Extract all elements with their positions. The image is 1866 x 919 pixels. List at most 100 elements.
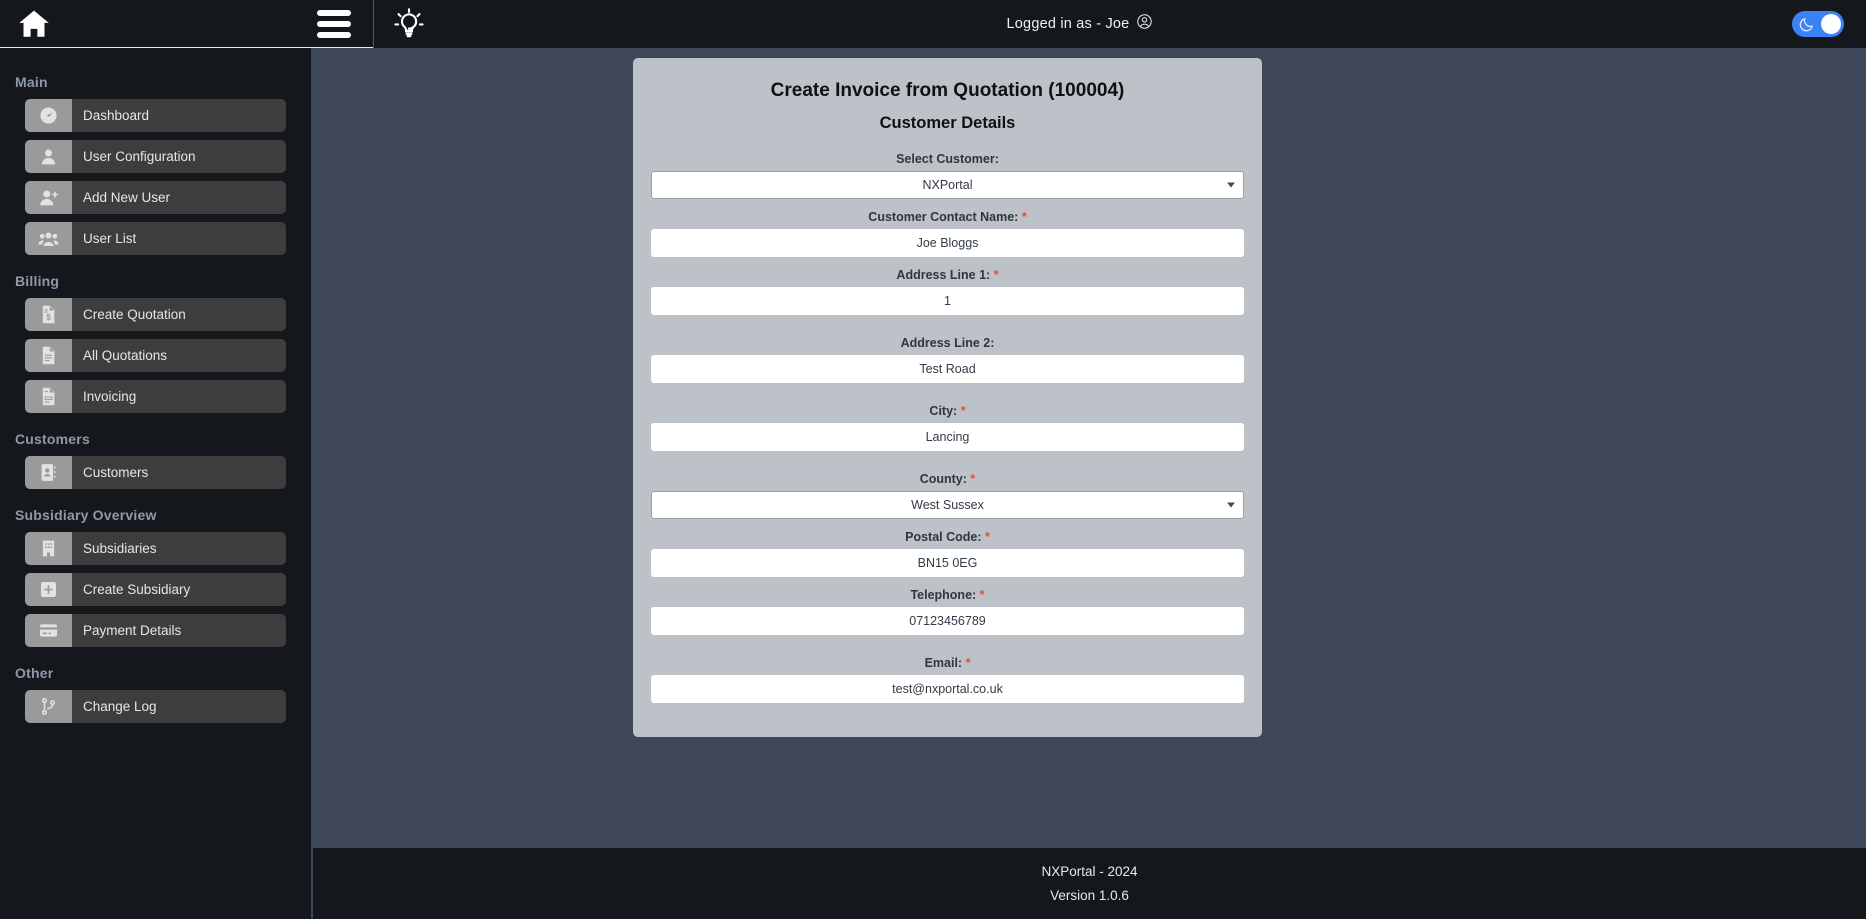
sidebar-item-payment-details[interactable]: Payment Details [25,614,286,647]
address-line-1-input[interactable]: 1 [651,287,1244,315]
svg-text:$: $ [46,313,51,322]
moon-icon [1799,17,1814,31]
field-telephone: Telephone: * 07123456789 [651,581,1244,635]
field-email: Email: * test@nxportal.co.uk [651,649,1244,703]
field-label: Select Customer: [896,152,999,166]
sidebar-item-label: Create Quotation [83,307,186,322]
user-plus-icon [25,181,72,214]
sidebar-item-label: User List [83,231,137,246]
sidebar-item-label: Add New User [83,190,171,205]
nav-group-title-subsidiary-overview: Subsidiary Overview [15,507,157,523]
county-input[interactable]: West Sussex [651,491,1244,519]
nav-group-title-other: Other [15,665,54,681]
field-label: Address Line 2: [900,336,995,350]
sidebar-item-customers[interactable]: Customers [25,456,286,489]
field-address-line-2: Address Line 2: Test Road [651,329,1244,383]
select-customer-input[interactable]: NXPortal [651,171,1244,199]
credit-card-icon [25,614,72,647]
document-dollar-icon: $ [25,298,72,331]
top-bar: Logged in as - Joe [0,0,1866,48]
telephone-input[interactable]: 07123456789 [651,607,1244,635]
sidebar-item-subsidiaries[interactable]: Subsidiaries [25,532,286,565]
field-county: County: * West Sussex [651,465,1244,519]
field-value: BN15 0EG [917,556,978,570]
field-value: West Sussex [911,498,984,512]
sidebar-item-label: User Configuration [83,149,196,164]
footer-copyright: NXPortal - 2024 [1041,864,1138,879]
customer-contact-name-input[interactable]: Joe Bloggs [651,229,1244,257]
field-city: City: * Lancing [651,397,1244,451]
sidebar-item-user-list[interactable]: User List [25,222,286,255]
field-label: Email: * [924,656,971,670]
main-content: Create Invoice from Quotation (100004) C… [313,48,1866,919]
nav-group-billing: Billing $ Create Quotation All Quotation… [0,263,311,413]
plus-square-icon [25,573,72,606]
field-label: County: * [919,472,976,486]
nav-group-main: Main Dashboard User Configuration Add Ne… [0,64,311,255]
sidebar-item-label: Change Log [83,699,157,714]
required-asterisk: * [965,656,971,670]
field-value: 1 [944,294,951,308]
top-bar-left-section [0,0,373,48]
nav-group-title-customers: Customers [15,431,90,447]
top-bar-right-section [1716,0,1866,48]
sidebar-item-change-log[interactable]: Change Log [25,690,286,723]
gauge-icon [25,99,72,132]
field-label: City: * [929,404,966,418]
nav-group-customers: Customers Customers [0,421,311,489]
postal-code-input[interactable]: BN15 0EG [651,549,1244,577]
sidebar-item-label: Subsidiaries [83,541,157,556]
footer-version: Version 1.0.6 [1050,888,1129,903]
sidebar-item-label: Dashboard [83,108,150,123]
required-asterisk: * [985,530,990,544]
nav-group-title-billing: Billing [15,273,60,289]
sidebar-item-invoicing[interactable]: Invoicing [25,380,286,413]
required-asterisk: * [993,268,999,282]
field-value: test@nxportal.co.uk [892,682,1003,696]
field-label: Telephone: * [910,588,985,602]
invoice-icon [25,380,72,413]
required-asterisk: * [970,472,976,486]
theme-toggle-knob [1821,14,1841,34]
city-input[interactable]: Lancing [651,423,1244,451]
field-address-line-1: Address Line 1: * 1 [651,261,1244,315]
user-icon [25,140,72,173]
document-lines-icon [25,339,72,372]
address-line-2-input[interactable]: Test Road [651,355,1244,383]
nav-group-title-main: Main [15,74,48,90]
field-customer-contact-name: Customer Contact Name: * Joe Bloggs [651,203,1244,257]
email-input[interactable]: test@nxportal.co.uk [651,675,1244,703]
chevron-down-icon [1227,502,1235,508]
field-label: Address Line 1: * [896,268,999,282]
sidebar-item-user-configuration[interactable]: User Configuration [25,140,286,173]
required-asterisk: * [1021,210,1027,224]
chevron-down-icon [1227,182,1235,188]
user-circle-icon[interactable] [1136,13,1153,35]
required-asterisk: * [960,404,966,418]
nav-group-subsidiary-overview: Subsidiary Overview Subsidiaries Create … [0,497,311,647]
sidebar-item-dashboard[interactable]: Dashboard [25,99,286,132]
section-title-customer-details: Customer Details [879,114,1016,132]
field-value: Joe Bloggs [916,236,979,250]
address-book-icon [25,456,72,489]
create-invoice-form-card: Create Invoice from Quotation (100004) C… [633,58,1262,737]
lightbulb-icon[interactable] [374,0,444,48]
field-value: NXPortal [922,178,973,192]
theme-toggle[interactable] [1792,11,1844,37]
sidebar-item-add-new-user[interactable]: Add New User [25,181,286,214]
home-icon[interactable] [14,7,54,41]
sidebar-item-label: Payment Details [83,623,182,638]
page-footer: NXPortal - 2024 Version 1.0.6 [313,848,1866,919]
sidebar-item-label: Customers [83,465,149,480]
users-group-icon [25,222,72,255]
field-value: Test Road [919,362,976,376]
field-value: Lancing [925,430,970,444]
sidebar-item-all-quotations[interactable]: All Quotations [25,339,286,372]
sidebar-item-create-subsidiary[interactable]: Create Subsidiary [25,573,286,606]
sidebar-item-label: Create Subsidiary [83,582,191,597]
field-value: 07123456789 [909,614,986,628]
sidebar-item-label: Invoicing [83,389,137,404]
hamburger-menu-icon[interactable] [317,9,351,38]
field-label: Customer Contact Name: * [868,210,1027,224]
sidebar-item-create-quotation[interactable]: $ Create Quotation [25,298,286,331]
